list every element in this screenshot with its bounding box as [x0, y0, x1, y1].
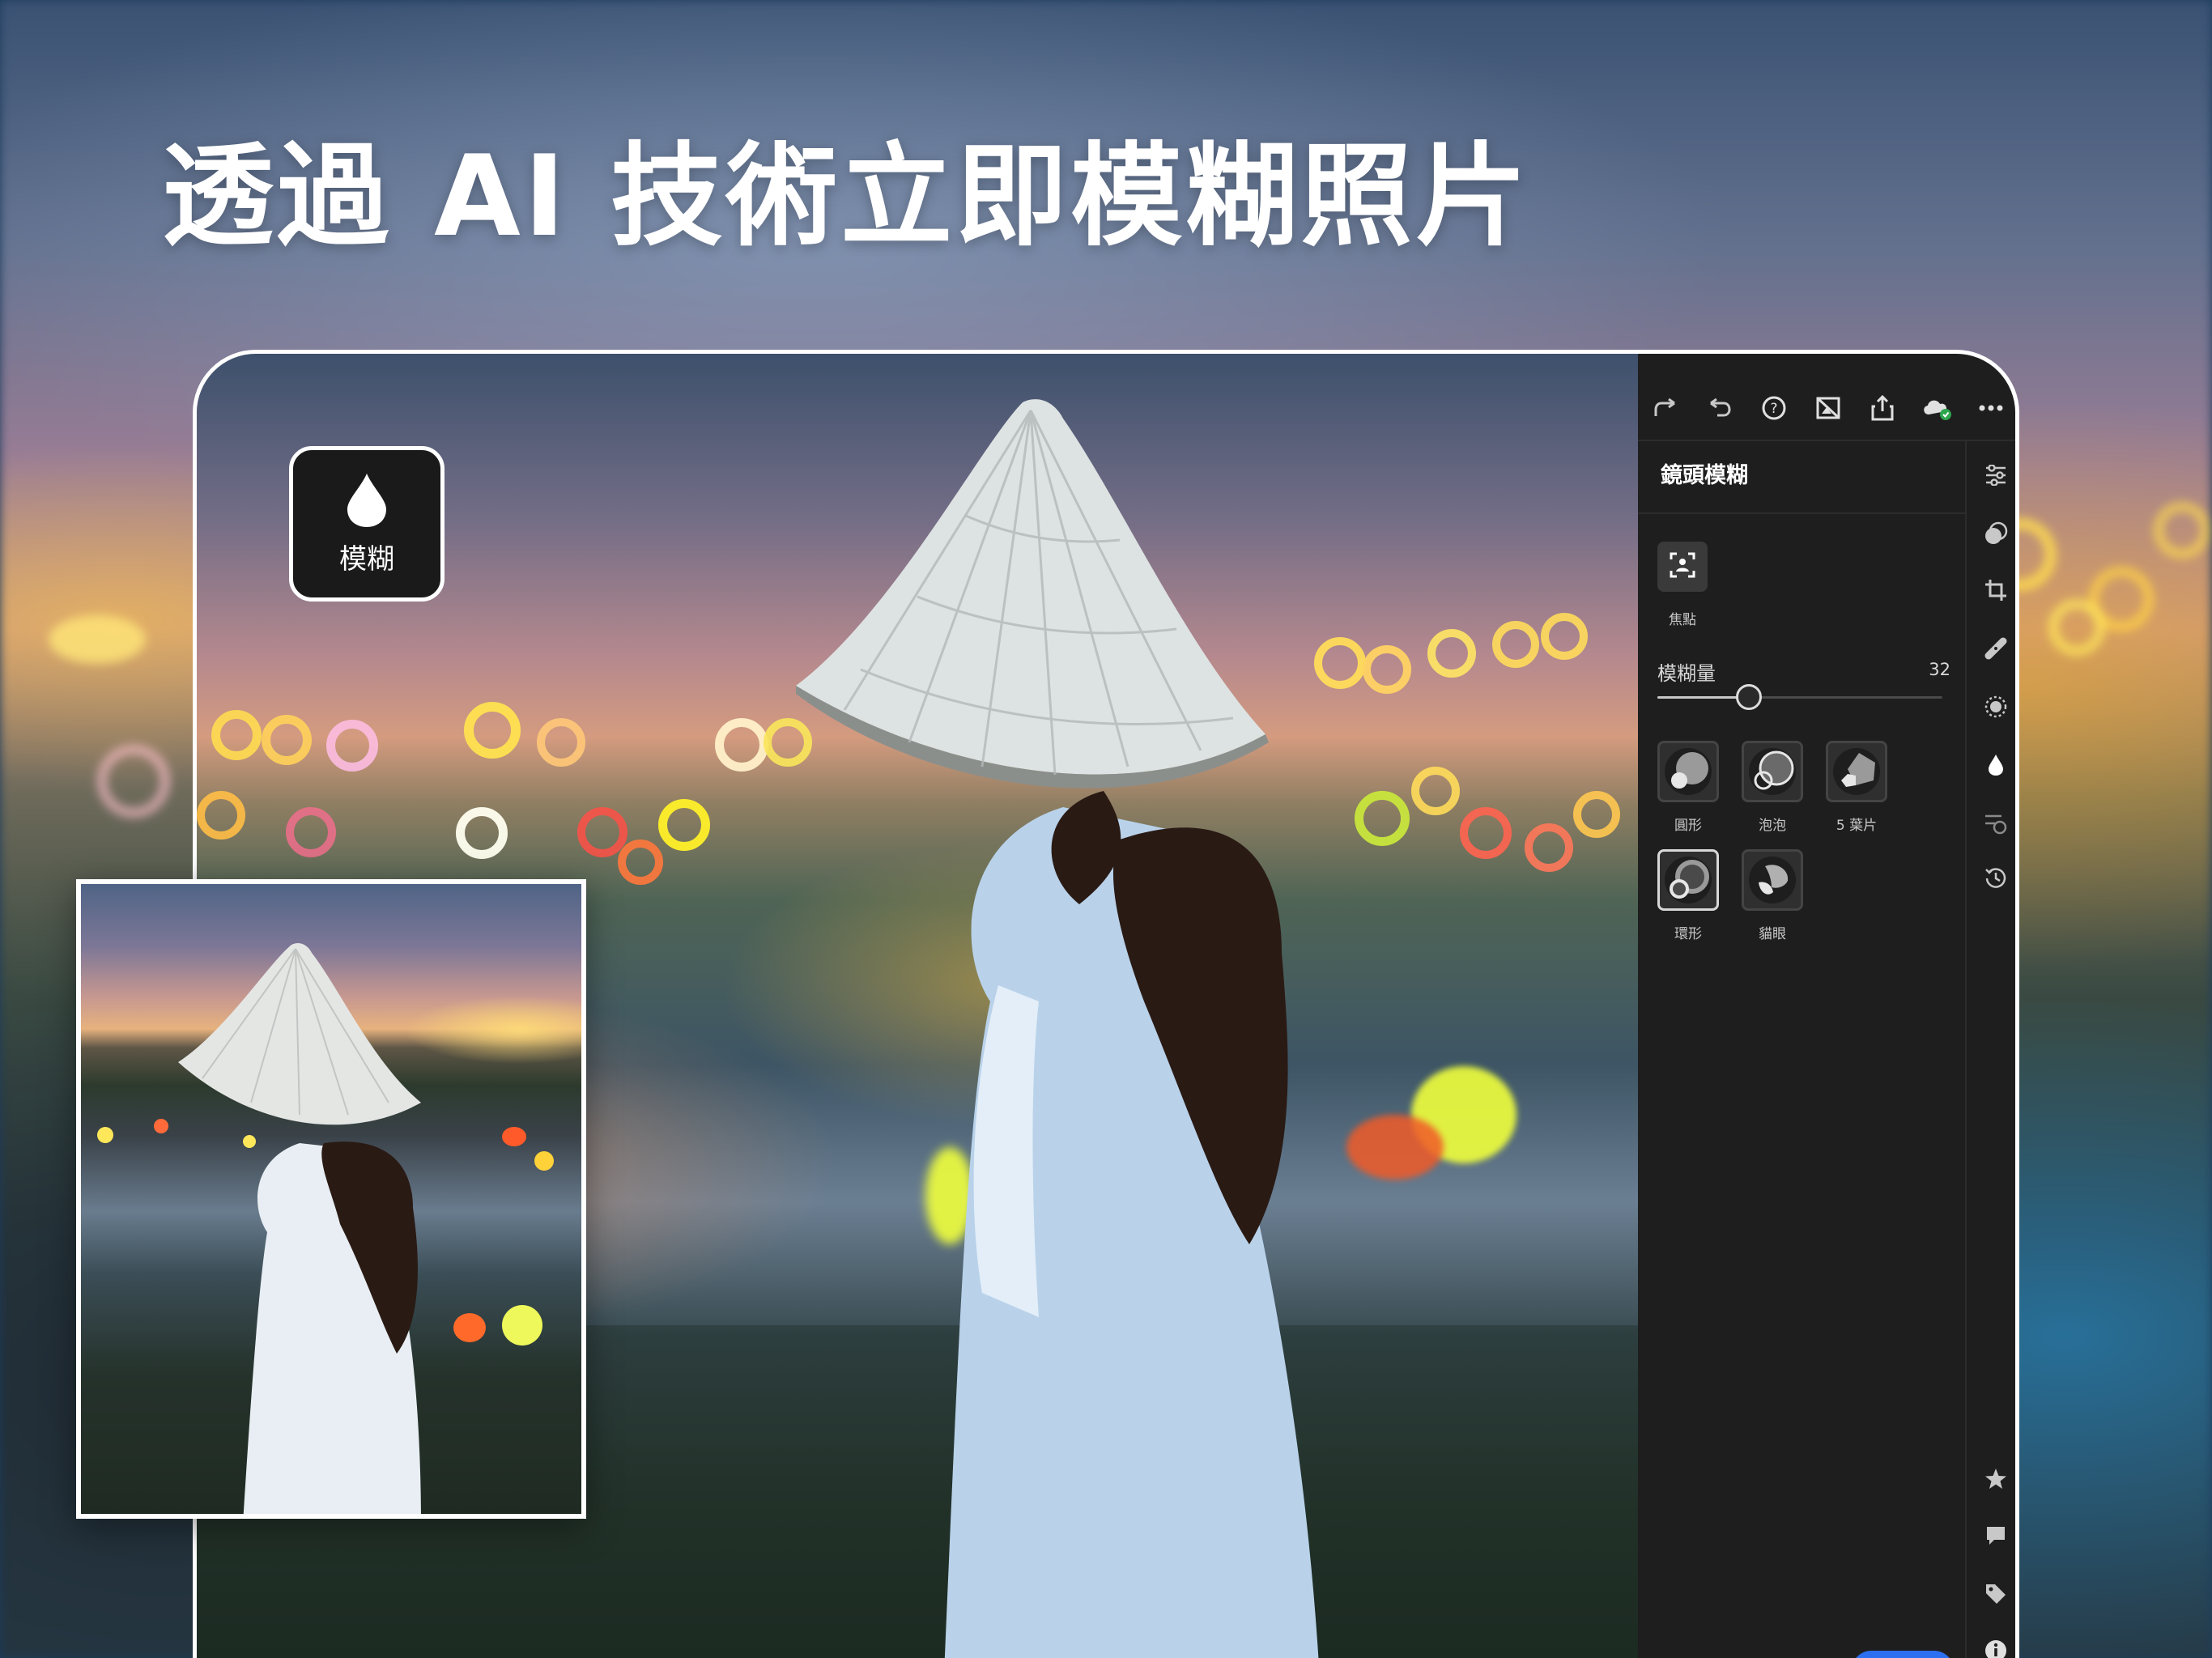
slider-fill — [1657, 696, 1749, 699]
bokeh-5-blade-button[interactable] — [1826, 741, 1887, 802]
blur-amount-value: 32 — [1929, 660, 1950, 679]
bokeh-bubble-button[interactable] — [1742, 741, 1803, 802]
subject-woman-thumbnail — [178, 943, 421, 1514]
lens-blur-panel: ? 鏡頭模糊 焦點 模糊量 32 圓形 泡泡 5 葉片 環形 貓眼 — [1638, 354, 2015, 1658]
share-icon[interactable] — [1866, 392, 1899, 424]
blur-amount-label: 模糊量 — [1657, 662, 1716, 685]
bokeh-label: 環形 — [1674, 926, 1702, 942]
bokeh-label: 泡泡 — [1759, 818, 1786, 834]
rate-icon[interactable] — [1980, 1463, 2012, 1495]
svg-text:?: ? — [1770, 401, 1777, 417]
droplet-icon — [344, 472, 389, 532]
versions-icon[interactable] — [1980, 807, 2012, 840]
heal-icon[interactable] — [1980, 632, 2012, 665]
original-photo-thumbnail — [76, 879, 586, 1519]
more-icon[interactable] — [1975, 392, 2007, 424]
top-toolbar: ? — [1638, 354, 2015, 441]
focus-label: 焦點 — [1669, 612, 1696, 628]
info-icon[interactable] — [1980, 1635, 2012, 1658]
tool-rail — [1965, 441, 2015, 1658]
bokeh-circle-button[interactable] — [1657, 741, 1719, 802]
crop-icon[interactable] — [1980, 574, 2012, 606]
tag-icon[interactable] — [1980, 1578, 2012, 1610]
redo-icon[interactable] — [1649, 392, 1682, 424]
blur-amount-slider[interactable] — [1657, 684, 1942, 710]
blur-icon[interactable] — [1980, 749, 2012, 781]
divider — [1638, 512, 1965, 514]
help-icon[interactable]: ? — [1758, 392, 1790, 424]
comment-icon[interactable] — [1980, 1520, 2012, 1552]
bokeh-5-blade-icon — [1833, 748, 1880, 795]
bokeh-cat-eye-icon — [1749, 857, 1796, 903]
section-title: 鏡頭模糊 — [1661, 463, 1748, 488]
compare-icon[interactable] — [1812, 392, 1844, 424]
blur-feature-badge: 模糊 — [289, 446, 445, 602]
bokeh-label: 貓眼 — [1759, 926, 1786, 942]
bokeh-label: 5 葉片 — [1836, 818, 1878, 834]
focus-subject-icon — [1669, 551, 1696, 582]
history-icon[interactable] — [1980, 862, 2012, 895]
reset-icon[interactable] — [1661, 1652, 1696, 1658]
slider-thumb[interactable] — [1735, 684, 1762, 710]
bokeh-ring-button[interactable] — [1657, 849, 1719, 911]
focus-button[interactable] — [1657, 542, 1708, 592]
undo-icon[interactable] — [1704, 392, 1736, 424]
headline: 透過 AI 技術立即模糊照片 — [162, 131, 1531, 261]
bottom-bar: 取消 完成 — [1638, 1625, 1965, 1658]
subject-woman — [796, 399, 1319, 1658]
presets-icon[interactable] — [1980, 517, 2012, 550]
cloud-sync-icon[interactable] — [1921, 392, 1953, 424]
bokeh-bubble-icon — [1749, 748, 1796, 795]
badge-label: 模糊 — [339, 542, 394, 576]
bokeh-label: 圓形 — [1674, 818, 1702, 834]
adjust-icon[interactable] — [1980, 459, 2012, 491]
done-button[interactable]: 完成 — [1852, 1651, 1954, 1658]
masking-icon[interactable] — [1980, 691, 2012, 723]
bokeh-ring-icon — [1665, 857, 1712, 903]
bokeh-cat-eye-button[interactable] — [1742, 849, 1803, 911]
bokeh-circle-icon — [1665, 748, 1712, 795]
